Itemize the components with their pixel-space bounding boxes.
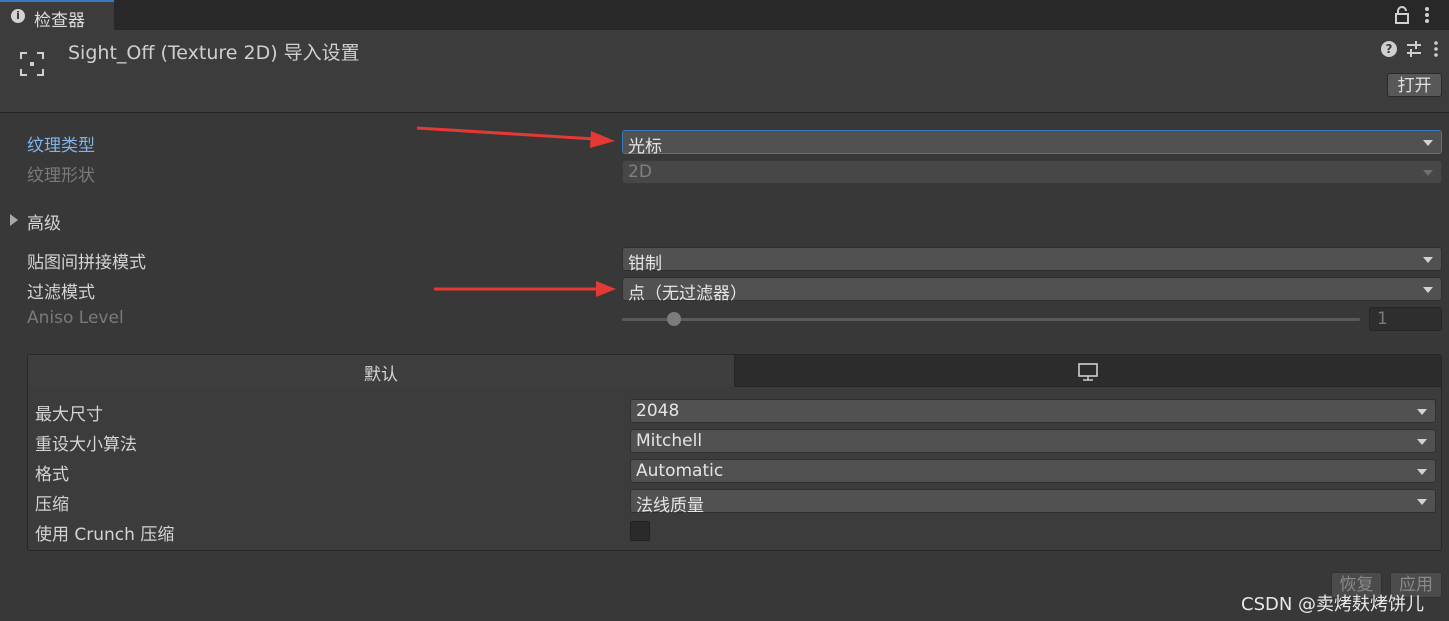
wrap-mode-value: 钳制 [628, 254, 662, 274]
tab-bar: i 检查器 [0, 0, 1449, 31]
format-label: 格式 [35, 465, 69, 485]
inspector-header: Sight_Off (Texture 2D) 导入设置 ? 打开 [0, 30, 1449, 113]
filter-mode-dropdown[interactable]: 点（无过滤器） [622, 277, 1442, 304]
resize-algorithm-label: 重设大小算法 [35, 435, 137, 455]
annotation-arrow-texture-type [416, 126, 615, 148]
chevron-down-icon [1417, 439, 1427, 445]
texture-asset-icon [20, 52, 44, 76]
open-button[interactable]: 打开 [1387, 73, 1442, 97]
kebab-menu-icon[interactable] [1420, 5, 1434, 25]
presets-icon[interactable] [1405, 40, 1423, 58]
info-icon: i [11, 9, 25, 23]
help-icon[interactable]: ? [1381, 41, 1397, 57]
annotation-arrow-filter-mode [434, 281, 616, 297]
aniso-level-slider-thumb[interactable] [666, 312, 681, 326]
max-size-dropdown[interactable]: 2048 [630, 399, 1436, 423]
monitor-icon [1078, 363, 1098, 381]
max-size-value: 2048 [636, 401, 680, 421]
aniso-level-value: 1 [1377, 309, 1388, 329]
texture-type-value: 光标 [628, 137, 662, 157]
chevron-down-icon [1423, 287, 1433, 293]
chevron-down-icon [1417, 469, 1427, 475]
resize-algorithm-dropdown[interactable]: Mitchell [630, 429, 1436, 453]
wrap-mode-dropdown[interactable]: 钳制 [622, 247, 1442, 274]
use-crunch-checkbox[interactable] [630, 521, 650, 541]
texture-shape-dropdown: 2D [622, 160, 1442, 184]
asset-title: Sight_Off (Texture 2D) 导入设置 [68, 42, 360, 64]
more-options-icon[interactable] [1432, 40, 1440, 58]
format-value: Automatic [636, 461, 724, 481]
tab-default-label: 默认 [364, 365, 398, 385]
compression-value: 法线质量 [636, 496, 704, 516]
tab-label: 检查器 [34, 11, 85, 31]
compression-label: 压缩 [35, 495, 69, 515]
texture-shape-label: 纹理形状 [27, 166, 95, 186]
use-crunch-label: 使用 Crunch 压缩 [35, 525, 175, 545]
wrap-mode-label: 贴图间拼接模式 [27, 253, 146, 273]
texture-type-label: 纹理类型 [27, 136, 95, 156]
filter-mode-label: 过滤模式 [27, 283, 95, 303]
compression-dropdown[interactable]: 法线质量 [630, 489, 1436, 516]
foldout-arrow-icon[interactable] [10, 214, 18, 226]
texture-type-dropdown[interactable]: 光标 [622, 130, 1442, 157]
filter-mode-value: 点（无过滤器） [628, 284, 747, 304]
resize-algorithm-value: Mitchell [636, 431, 703, 451]
advanced-foldout[interactable]: 高级 [27, 209, 61, 234]
aniso-level-slider[interactable] [622, 318, 1360, 321]
aniso-level-label: Aniso Level [27, 308, 124, 328]
chevron-down-icon [1423, 257, 1433, 263]
chevron-down-icon [1423, 140, 1433, 146]
tab-default-platform[interactable]: 默认 [28, 355, 735, 387]
max-size-label: 最大尺寸 [35, 405, 103, 425]
chevron-down-icon [1417, 499, 1427, 505]
chevron-down-icon [1423, 170, 1433, 176]
watermark: CSDN @卖烤麸烤饼儿 [1241, 594, 1425, 615]
lock-icon[interactable] [1393, 5, 1411, 25]
format-dropdown[interactable]: Automatic [630, 459, 1436, 483]
tab-inspector[interactable]: i 检查器 [0, 0, 114, 31]
texture-shape-value: 2D [628, 162, 652, 182]
aniso-level-field[interactable]: 1 [1369, 307, 1442, 331]
tab-standalone-platform[interactable] [735, 355, 1441, 387]
platform-settings: 默认 最大尺寸 2048 重设大小算法 Mitchell 格式 Automati… [27, 354, 1442, 551]
chevron-down-icon [1417, 409, 1427, 415]
